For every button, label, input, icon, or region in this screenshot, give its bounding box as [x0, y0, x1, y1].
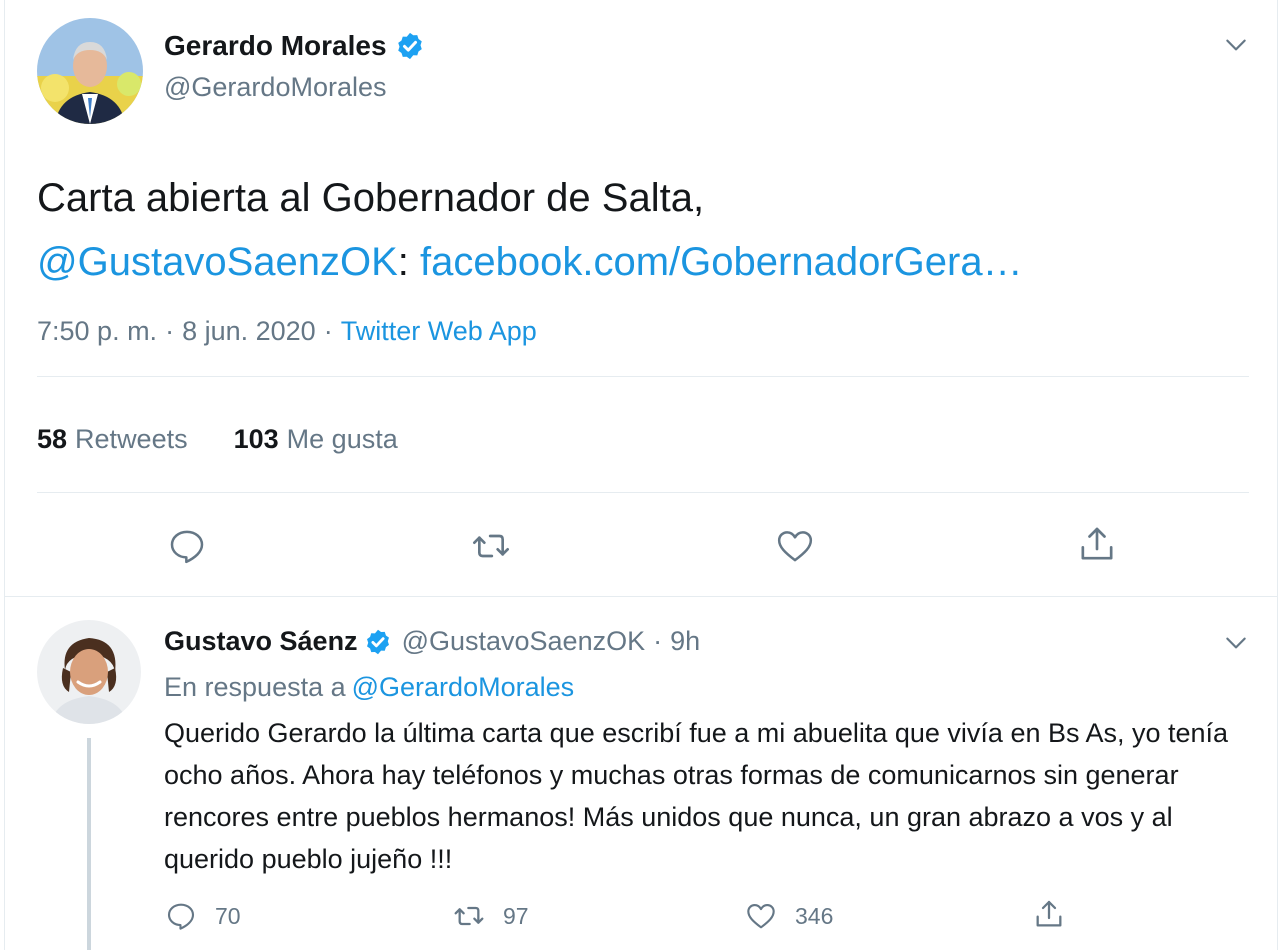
share-icon	[1036, 900, 1062, 927]
likes-label: Me gusta	[286, 424, 398, 454]
retweet-icon	[473, 534, 509, 558]
retweet-button[interactable]	[471, 526, 511, 566]
tweet-meta: 7:50 p. m. · 8 jun. 2020 · Twitter Web A…	[37, 316, 537, 347]
share-button[interactable]	[1033, 898, 1065, 930]
in-reply-to: En respuesta a @GerardoMorales	[164, 672, 574, 703]
chevron-down-icon[interactable]	[1223, 32, 1249, 58]
verified-icon	[397, 32, 422, 60]
tweet-stats: 58 Retweets 103 Me gusta	[37, 424, 444, 455]
external-link[interactable]: facebook.com/GobernadorGera…	[420, 240, 1023, 284]
tweet-time[interactable]: 7:50 p. m.	[37, 316, 157, 347]
reply-time[interactable]: 9h	[670, 626, 700, 657]
tweet-text-line: Carta abierta al Gobernador de Salta,	[37, 176, 705, 220]
reply-text: Querido Gerardo la última carta que escr…	[164, 718, 1229, 874]
likes-count: 103	[233, 424, 279, 454]
reply-button[interactable]	[167, 526, 207, 566]
tweet-source[interactable]: Twitter Web App	[341, 316, 537, 347]
reply-author-name[interactable]: Gustavo Sáenz	[164, 626, 358, 657]
tweet-date[interactable]: 8 jun. 2020	[182, 316, 316, 347]
share-button[interactable]	[1077, 524, 1117, 564]
colon: :	[397, 240, 409, 284]
retweet-icon	[454, 906, 484, 926]
reply-author-handle[interactable]: @GustavoSaenzOK	[402, 626, 646, 657]
author-name-row: Gerardo Morales	[164, 30, 425, 62]
header-separator: ·	[653, 626, 663, 656]
mention-link[interactable]: @GustavoSaenzOK	[37, 240, 398, 284]
like-button[interactable]	[775, 526, 815, 566]
meta-separator: ·	[323, 316, 333, 346]
author-handle[interactable]: @GerardoMorales	[164, 72, 387, 103]
share-icon	[1081, 527, 1113, 560]
like-button[interactable]: 346	[745, 900, 833, 932]
tweet-text: Carta abierta al Gobernador de Salta, @G…	[37, 166, 1247, 294]
divider	[5, 596, 1277, 597]
reply-button[interactable]: 70	[165, 900, 241, 932]
meta-separator: ·	[165, 316, 175, 346]
divider	[37, 492, 1249, 493]
retweets-count: 58	[37, 424, 68, 454]
tweet-text-line: @GustavoSaenzOK: facebook.com/Gobernador…	[37, 230, 1247, 294]
reply-count: 70	[215, 902, 241, 929]
retweets-stat[interactable]: 58 Retweets	[37, 424, 188, 455]
divider	[37, 376, 1249, 377]
avatar[interactable]	[37, 18, 143, 124]
reply-icon	[170, 530, 204, 564]
like-icon	[777, 531, 813, 562]
reply-actions: 70 97 346	[5, 900, 1277, 936]
in-reply-handle[interactable]: @GerardoMorales	[352, 672, 575, 702]
verified-icon	[366, 629, 389, 654]
retweet-button[interactable]: 97	[453, 900, 529, 932]
like-icon	[747, 904, 775, 929]
author-name[interactable]: Gerardo Morales	[164, 30, 387, 62]
retweet-count: 97	[503, 902, 529, 929]
reply-header: Gustavo Sáenz @GustavoSaenzOK · 9h	[164, 626, 700, 657]
retweets-label: Retweets	[75, 424, 188, 454]
likes-stat[interactable]: 103 Me gusta	[234, 424, 398, 455]
like-count: 346	[795, 902, 834, 929]
reply-icon	[167, 903, 195, 930]
chevron-down-icon[interactable]	[1223, 630, 1249, 656]
in-reply-label: En respuesta a	[164, 672, 346, 702]
tweet-card: Gerardo Morales @GerardoMorales Carta ab…	[4, 0, 1278, 950]
reply-avatar[interactable]	[37, 620, 141, 724]
